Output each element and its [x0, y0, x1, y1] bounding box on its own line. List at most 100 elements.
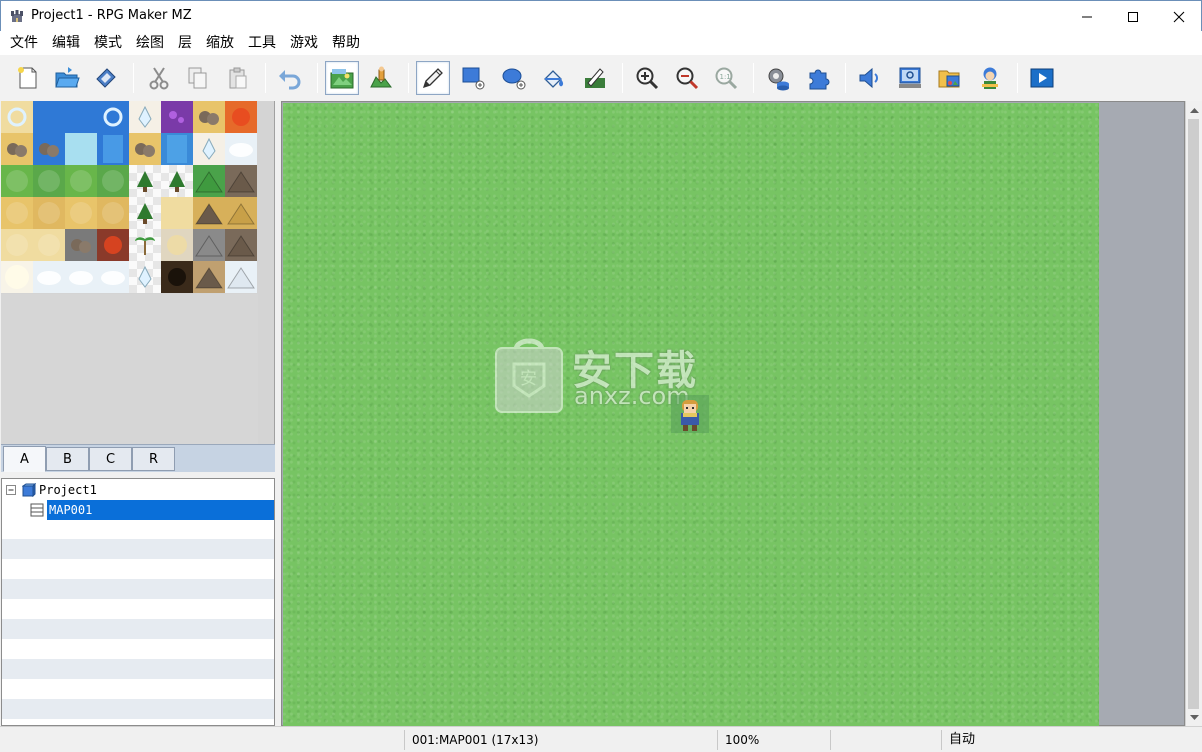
reef-tile[interactable]	[33, 133, 65, 165]
boulder-tile[interactable]	[65, 229, 97, 261]
cut-button[interactable]	[142, 61, 176, 95]
tree-item-map001[interactable]: MAP001	[30, 500, 274, 520]
palm-tile[interactable]	[129, 229, 161, 261]
menu-tools[interactable]: 工具	[241, 31, 283, 55]
ice-tile[interactable]	[65, 133, 97, 165]
shadow-pen-button[interactable]	[578, 61, 612, 95]
deep-water-tile[interactable]	[65, 101, 97, 133]
open-project-button[interactable]	[50, 61, 84, 95]
pit-tile[interactable]	[161, 261, 193, 293]
undo-button[interactable]	[273, 61, 307, 95]
actual-size-button[interactable]: 1:1	[709, 61, 743, 95]
menu-scale[interactable]: 缩放	[199, 31, 241, 55]
close-button[interactable]	[1156, 1, 1202, 32]
scroll-up-button[interactable]	[1186, 101, 1202, 118]
pencil-button[interactable]	[416, 61, 450, 95]
menu-help[interactable]: 帮助	[325, 31, 367, 55]
whirlpool-tile[interactable]	[1, 101, 33, 133]
collapse-icon[interactable]	[6, 484, 17, 496]
crystal-tile[interactable]	[129, 101, 161, 133]
scrollbar-thumb[interactable]	[1188, 119, 1199, 709]
snow-mountain-tile[interactable]	[225, 261, 257, 293]
vertical-scrollbar[interactable]	[1185, 101, 1201, 726]
waterfall-tile[interactable]	[97, 133, 129, 165]
gray-mountain-tile[interactable]	[193, 229, 225, 261]
menu-edit[interactable]: 编辑	[45, 31, 87, 55]
cross-tile[interactable]	[161, 229, 193, 261]
volcano-tile[interactable]	[225, 229, 257, 261]
hill-tile[interactable]	[193, 165, 225, 197]
ore-tile[interactable]	[129, 133, 161, 165]
pine-tile[interactable]	[161, 165, 193, 197]
map-editor-canvas[interactable]	[281, 101, 1185, 727]
flood-fill-button[interactable]	[537, 61, 571, 95]
menu-mode[interactable]: 模式	[87, 31, 129, 55]
minimize-button[interactable]	[1064, 1, 1110, 32]
grass-tile[interactable]	[65, 165, 97, 197]
rock-hill-tile[interactable]	[193, 197, 225, 229]
playtest-button[interactable]	[1025, 61, 1059, 95]
waterfall-tile[interactable]	[161, 133, 193, 165]
lava-tile[interactable]	[225, 101, 257, 133]
water-tile[interactable]	[33, 101, 65, 133]
sand-tile[interactable]	[33, 197, 65, 229]
tree-item-project[interactable]: Project1	[6, 480, 97, 500]
scroll-down-button[interactable]	[1186, 709, 1202, 726]
desert-tile-icon	[6, 234, 28, 256]
rock-spires-tile[interactable]	[193, 261, 225, 293]
snow-crystal-tile[interactable]	[193, 133, 225, 165]
zoom-in-button[interactable]	[630, 61, 664, 95]
snowfield-tile[interactable]	[97, 261, 129, 293]
event-searcher-button[interactable]	[893, 61, 927, 95]
grass-tile[interactable]	[33, 165, 65, 197]
mountain-tile[interactable]	[225, 165, 257, 197]
dead-tree-tile[interactable]	[129, 197, 161, 229]
sand-circle-tile[interactable]	[161, 197, 193, 229]
ice-spike-tile[interactable]	[129, 261, 161, 293]
tab-a[interactable]: A	[3, 446, 46, 472]
desert-tile[interactable]	[33, 229, 65, 261]
menu-game[interactable]: 游戏	[283, 31, 325, 55]
snowfield-tile[interactable]	[33, 261, 65, 293]
maximize-button[interactable]	[1110, 1, 1156, 32]
paste-button[interactable]	[221, 61, 255, 95]
poison-tile[interactable]	[161, 101, 193, 133]
new-project-button[interactable]	[11, 61, 45, 95]
grass-tile[interactable]	[97, 165, 129, 197]
sound-test-button[interactable]	[853, 61, 887, 95]
plugin-manager-button[interactable]	[801, 61, 835, 95]
sand-mountain-tile[interactable]	[225, 197, 257, 229]
desert-tile[interactable]	[1, 229, 33, 261]
tab-r[interactable]: R	[132, 447, 175, 471]
rock-tile[interactable]	[1, 133, 33, 165]
ocean-tile[interactable]	[97, 101, 129, 133]
rectangle-button[interactable]	[456, 61, 490, 95]
sand-tile[interactable]	[65, 197, 97, 229]
menu-file[interactable]: 文件	[3, 31, 45, 55]
resource-manager-button[interactable]	[933, 61, 967, 95]
map-mode-button[interactable]	[325, 61, 359, 95]
menu-layer[interactable]: 层	[171, 31, 199, 55]
tab-b[interactable]: B	[46, 447, 89, 471]
sand-tile[interactable]	[1, 197, 33, 229]
database-button[interactable]	[761, 61, 795, 95]
grass-tile[interactable]	[1, 165, 33, 197]
zoom-out-button[interactable]	[670, 61, 704, 95]
cloud-tile[interactable]	[225, 133, 257, 165]
menu-draw[interactable]: 绘图	[129, 31, 171, 55]
magma-tile[interactable]	[97, 229, 129, 261]
ellipse-button[interactable]	[497, 61, 531, 95]
save-project-button[interactable]	[89, 61, 123, 95]
tab-c[interactable]: C	[89, 447, 132, 471]
copy-button[interactable]	[181, 61, 215, 95]
glow-tile[interactable]	[1, 261, 33, 293]
sand-tile[interactable]	[97, 197, 129, 229]
character-generator-button[interactable]	[973, 61, 1007, 95]
player-start-sprite[interactable]	[671, 395, 709, 433]
lava-rock-tile[interactable]	[193, 101, 225, 133]
snowfield-tile[interactable]	[65, 261, 97, 293]
tileset-palette[interactable]	[1, 101, 258, 294]
event-mode-button[interactable]	[364, 61, 398, 95]
tree-tile[interactable]	[129, 165, 161, 197]
rock-tile-icon	[7, 143, 27, 157]
